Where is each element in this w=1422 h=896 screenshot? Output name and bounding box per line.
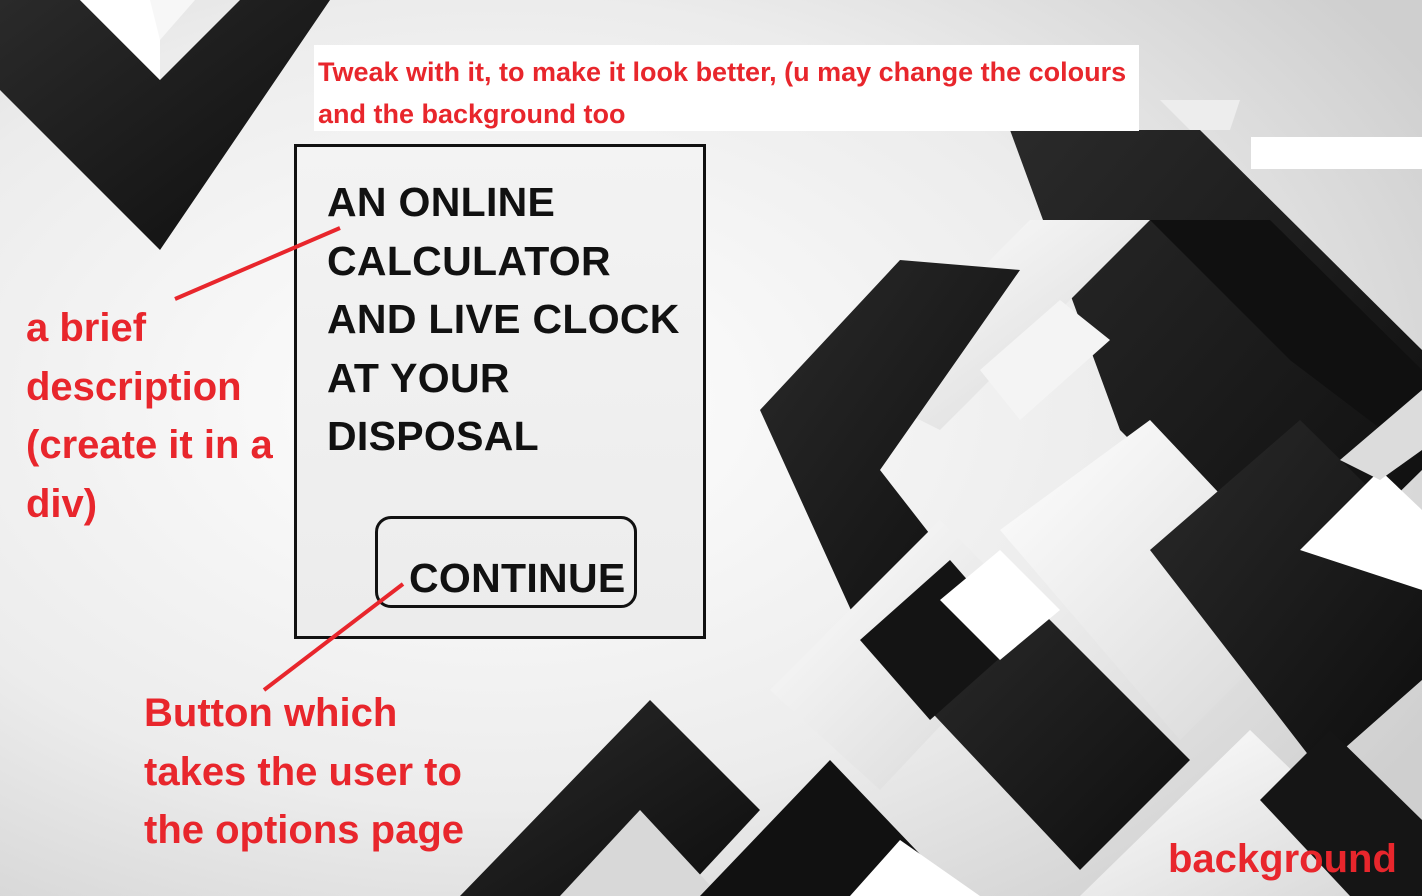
annotation-description: a brief description (create it in a div) (26, 306, 273, 526)
card-title: AN ONLINE CALCULATOR AND LIVE CLOCK AT Y… (327, 179, 680, 459)
continue-button[interactable]: CONTINUE (375, 516, 637, 608)
instruction-note: Tweak with it, to make it look better, (… (314, 45, 1139, 131)
annotation-background: background (1168, 837, 1397, 881)
annotation-button: Button which takes the user to the optio… (144, 691, 464, 852)
description-card: AN ONLINE CALCULATOR AND LIVE CLOCK AT Y… (294, 144, 706, 639)
page-stage: Tweak with it, to make it look better, (… (0, 0, 1422, 896)
continue-button-label: CONTINUE (409, 555, 626, 601)
white-patch (1251, 137, 1422, 169)
